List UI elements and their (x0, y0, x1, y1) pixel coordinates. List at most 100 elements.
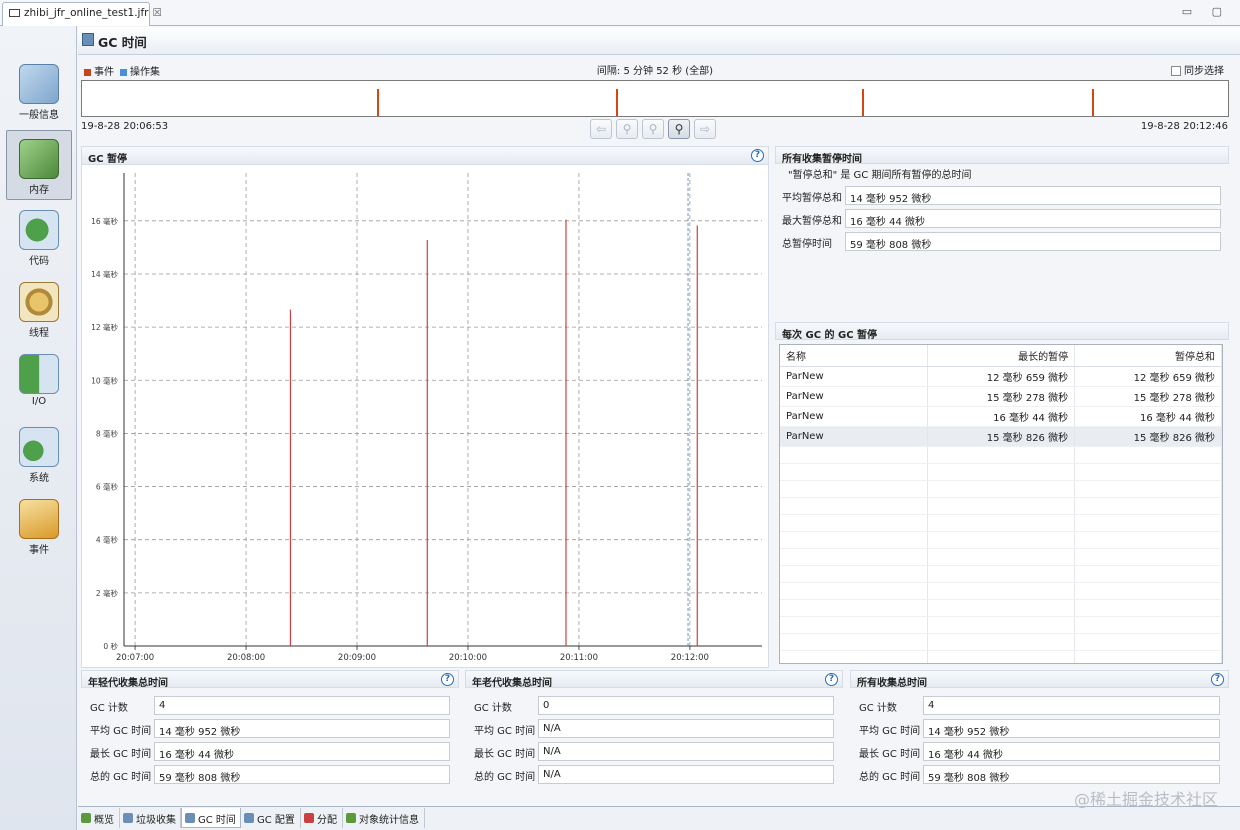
zoom-fit-icon[interactable]: ⚲ (668, 119, 690, 139)
gc-stat-value-field[interactable]: 16 毫秒 44 微秒 (154, 742, 450, 761)
gc-stat-value-field[interactable]: 59 毫秒 808 微秒 (154, 765, 450, 784)
page-header (78, 27, 1240, 55)
help-icon[interactable]: ? (441, 673, 454, 686)
gc-stat-value-field[interactable]: 4 (154, 696, 450, 715)
gc-stat-value-field[interactable]: 16 毫秒 44 微秒 (923, 742, 1220, 761)
column-header[interactable]: 暂停总和 (1074, 345, 1222, 367)
gc-time-icon (185, 813, 195, 823)
y-tick-label: 6 毫秒 (96, 482, 119, 492)
sidebar-item-4[interactable]: I/O (6, 346, 72, 416)
bottom-tab-2[interactable]: GC 时间 (181, 808, 241, 828)
all-pause-value-field[interactable]: 14 毫秒 952 微秒 (845, 186, 1221, 205)
empty-cell (927, 565, 1076, 583)
table-cell: ParNew (780, 406, 929, 427)
empty-cell (780, 650, 929, 663)
sync-selection-checkbox[interactable]: 同步选择 (1171, 62, 1224, 77)
code-java-icon (19, 210, 59, 250)
y-tick-label: 8 毫秒 (96, 428, 119, 438)
close-icon[interactable]: ☒ (153, 7, 162, 19)
table-row[interactable]: ParNew 15 毫秒 826 微秒 15 毫秒 826 微秒 (780, 426, 1222, 447)
bottom-tab-1[interactable]: 垃圾收集 (120, 808, 181, 828)
empty-row (780, 514, 1222, 532)
empty-cell (780, 480, 929, 498)
sidebar-item-2[interactable]: 代码 (6, 202, 72, 272)
y-tick-label: 0 秒 (103, 641, 118, 651)
sidebar-item-1[interactable]: 内存 (6, 130, 72, 200)
empty-cell (1074, 599, 1222, 617)
table-cell: ParNew (780, 426, 929, 447)
panel-title: 所有收集暂停时间 (775, 146, 1229, 165)
old-gen-panel: 年老代收集总时间? GC 计数 0 平均 GC 时间 N/A 最长 GC 时间 N/A 总的 … (465, 670, 843, 794)
gc-pause-chart[interactable]: 0 秒 2 毫秒 4 毫秒 6 毫秒 8 毫秒 10 毫秒 12 毫秒 14 毫秒 16 毫秒 2… (82, 165, 768, 667)
gc-stat-label: 总的 GC 时间 (90, 772, 152, 783)
empty-cell (927, 446, 1076, 464)
gc-stat-value-field[interactable]: 4 (923, 696, 1220, 715)
all-pause-value-field[interactable]: 16 毫秒 44 微秒 (845, 209, 1221, 228)
gc-stat-value-field[interactable]: 14 毫秒 952 微秒 (923, 719, 1220, 738)
zoom-out-icon[interactable]: ⚲ (642, 119, 664, 139)
table-row[interactable]: ParNew 12 毫秒 659 微秒 12 毫秒 659 微秒 (780, 366, 1222, 387)
gc-stat-value-field[interactable]: 0 (538, 696, 834, 715)
help-icon[interactable]: ? (751, 149, 764, 162)
column-header[interactable]: 最长的暂停 (927, 345, 1076, 367)
young-gen-panel: 年轻代收集总时间? GC 计数 4 平均 GC 时间 14 毫秒 952 微秒 最长 GC… (81, 670, 459, 794)
timeline-event-mark (862, 89, 864, 116)
gc-stat-label: GC 计数 (859, 703, 897, 714)
timeline-event-mark (1092, 89, 1094, 116)
y-tick-label: 12 毫秒 (91, 322, 118, 332)
panel-title: GC 暂停? (82, 147, 768, 165)
empty-cell (780, 514, 929, 532)
empty-cell (780, 463, 929, 481)
back-arrow-icon[interactable]: ⇦ (590, 119, 612, 139)
window-controls[interactable]: ▭ ▢ (1182, 5, 1230, 18)
bottom-tab-5[interactable]: 对象统计信息 (343, 808, 425, 828)
sidebar-item-5[interactable]: 系统 (6, 419, 72, 489)
forward-arrow-icon[interactable]: ⇨ (694, 119, 716, 139)
x-tick-label: 20:09:00 (338, 653, 376, 663)
empty-cell (927, 497, 1076, 515)
gc-stat-value-field[interactable]: N/A (538, 765, 834, 784)
all-pause-value-field[interactable]: 59 毫秒 808 微秒 (845, 232, 1221, 251)
sidebar-item-6[interactable]: 事件 (6, 491, 72, 561)
help-icon[interactable]: ? (1211, 673, 1224, 686)
per-gc-title: 每次 GC 的 GC 暂停 (782, 330, 878, 341)
per-gc-table[interactable]: 名称 最长的暂停 暂停总和 ParNew 12 毫秒 659 微秒 12 毫秒 659 … (779, 344, 1223, 664)
bottom-tab-4[interactable]: 分配 (301, 808, 343, 828)
x-tick-label: 20:07:00 (116, 653, 154, 663)
sidebar-item-0[interactable]: 一般信息 (6, 56, 72, 126)
events-box-icon (19, 499, 59, 539)
empty-cell (927, 633, 1076, 651)
empty-cell (927, 616, 1076, 634)
checkbox-icon[interactable] (1171, 66, 1181, 76)
gc-stat-value-field[interactable]: 59 毫秒 808 微秒 (923, 765, 1220, 784)
editor-tab[interactable]: zhibi_jfr_online_test1.jfr ☒ (2, 2, 162, 26)
table-row[interactable]: ParNew 16 毫秒 44 微秒 16 毫秒 44 微秒 (780, 406, 1222, 427)
bottom-tab-3[interactable]: GC 配置 (241, 808, 301, 828)
gc-stat-value-field[interactable]: 14 毫秒 952 微秒 (154, 719, 450, 738)
gc-stat-value-field[interactable]: N/A (538, 719, 834, 738)
table-cell: 15 毫秒 826 微秒 (927, 426, 1076, 447)
timeline-event-mark (616, 89, 618, 116)
table-cell: ParNew (780, 366, 929, 387)
help-icon[interactable]: ? (825, 673, 838, 686)
zoom-in-icon[interactable]: ⚲ (616, 119, 638, 139)
empty-cell (780, 548, 929, 566)
sidebar-item-3[interactable]: 线程 (6, 274, 72, 344)
table-cell: 12 毫秒 659 微秒 (1074, 366, 1222, 387)
table-row[interactable]: ParNew 15 毫秒 278 微秒 15 毫秒 278 微秒 (780, 386, 1222, 407)
column-header[interactable]: 名称 (780, 345, 929, 367)
gc-stat-label: 平均 GC 时间 (859, 726, 921, 737)
bottom-tab-0[interactable]: 概览 (78, 808, 120, 828)
y-tick-label: 4 毫秒 (96, 535, 119, 545)
watermark: @稀土掘金技术社区 (1073, 790, 1218, 809)
empty-row (780, 463, 1222, 481)
gc-stat-value-field[interactable]: N/A (538, 742, 834, 761)
empty-cell (1074, 446, 1222, 464)
empty-cell (1074, 582, 1222, 600)
table-cell: ParNew (780, 386, 929, 407)
timeline-range[interactable] (81, 80, 1229, 117)
sidebar-item-label: 一般信息 (19, 110, 59, 121)
table-cell: 16 毫秒 44 微秒 (927, 406, 1076, 427)
gc-pause-panel: GC 暂停? 0 秒 2 毫秒 4 毫秒 6 毫秒 8 毫秒 10 毫秒 12 毫秒 14 毫… (81, 146, 769, 668)
editor-tab-label: zhibi_jfr_online_test1.jfr (24, 7, 149, 19)
